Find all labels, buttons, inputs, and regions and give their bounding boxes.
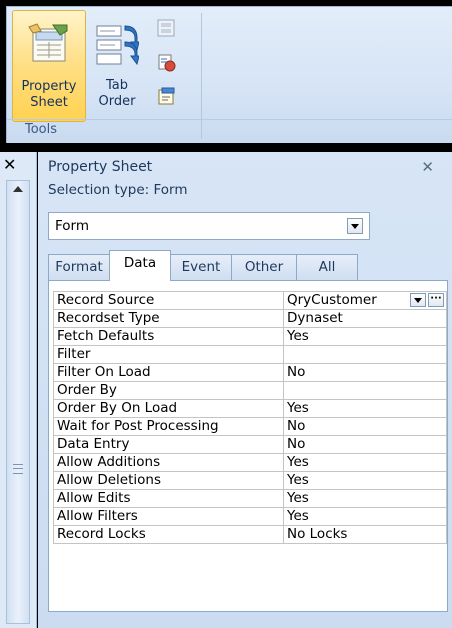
chevron-down-icon[interactable] [410,293,426,307]
tab-event[interactable]: Event [170,254,232,280]
table-row[interactable]: Fetch Defaults Yes [53,327,447,346]
property-sheet-label-line2: Sheet [30,95,68,110]
object-selector-value: Form [55,218,90,234]
property-tabs: Format Data Event Other All [48,250,378,281]
tab-order-icon [96,25,139,66]
table-row[interactable]: Filter [53,345,447,364]
property-name: Wait for Post Processing [53,417,284,436]
subform-icon[interactable] [157,19,177,39]
property-grid: Record Source QryCustomer ··· Recordset … [48,280,448,612]
property-name: Allow Additions [53,453,284,472]
group-separator [7,119,452,120]
property-value[interactable] [283,381,447,400]
table-row[interactable]: Allow Edits Yes [53,489,447,508]
tab-all[interactable]: All [296,254,358,280]
property-value[interactable]: No [283,363,447,382]
table-row[interactable]: Wait for Post Processing No [53,417,447,436]
property-sheet-label-line1: Property [21,79,77,94]
tools-group-label: Tools [25,122,58,137]
property-value[interactable] [283,345,447,364]
property-name: Order By [53,381,284,400]
scroll-up-arrow-icon[interactable] [13,186,23,192]
tab-order-label-line2: Order [98,94,136,109]
ribbon-tools-group: Property Sheet Tab Order Tools [6,6,452,143]
chevron-down-icon[interactable] [347,218,363,234]
property-name: Data Entry [53,435,284,454]
table-row[interactable]: Recordset Type Dynaset [53,309,447,328]
property-table: Record Source QryCustomer ··· Recordset … [53,291,447,544]
table-row[interactable]: Order By On Load Yes [53,399,447,418]
property-name: Filter On Load [53,363,284,382]
view-code-icon[interactable] [157,87,177,107]
table-row[interactable]: Allow Filters Yes [53,507,447,526]
object-selector[interactable]: Form [48,212,370,240]
property-name: Recordset Type [53,309,284,328]
property-name: Allow Deletions [53,471,284,490]
property-value[interactable]: QryCustomer ··· [283,291,447,310]
tab-order-label-line1: Tab [105,78,128,93]
access-window: Property Sheet Tab Order Tools ✕ Propert… [0,0,452,628]
property-name: Record Locks [53,525,284,544]
group-end-divider [201,13,202,139]
property-value[interactable]: No [283,435,447,454]
record-source-value: QryCustomer [287,292,377,308]
property-name: Fetch Defaults [53,327,284,346]
property-name: Order By On Load [53,399,284,418]
scroll-grip-icon[interactable] [13,464,23,474]
property-name: Record Source [53,291,284,310]
tab-other[interactable]: Other [231,254,297,280]
property-value[interactable]: No Locks [283,525,447,544]
property-sheet-button[interactable]: Property Sheet [12,10,86,122]
property-value[interactable]: No [283,417,447,436]
property-value[interactable]: Yes [283,471,447,490]
tab-order-button[interactable]: Tab Order [88,10,146,120]
add-existing-fields-icon[interactable] [157,53,177,73]
property-value[interactable]: Yes [283,327,447,346]
table-row[interactable]: Order By [53,381,447,400]
close-icon[interactable]: ✕ [421,158,434,176]
selection-type-label: Selection type: Form [48,182,188,198]
builder-ellipsis-icon[interactable]: ··· [428,293,444,307]
property-value[interactable]: Yes [283,507,447,526]
property-sheet-pane: Property Sheet ✕ Selection type: Form Fo… [38,152,452,628]
property-value[interactable]: Yes [283,399,447,418]
table-row[interactable]: Record Locks No Locks [53,525,447,544]
property-sheet-icon [28,23,68,62]
tab-format[interactable]: Format [48,254,110,280]
pane-title: Property Sheet [48,159,153,175]
table-row[interactable]: Record Source QryCustomer ··· [53,291,447,310]
property-value[interactable]: Yes [283,453,447,472]
property-name: Allow Edits [53,489,284,508]
table-row[interactable]: Allow Deletions Yes [53,471,447,490]
property-name: Filter [53,345,284,364]
nav-close-icon[interactable]: ✕ [3,157,16,173]
nav-scrollbar[interactable] [6,180,30,624]
tab-data[interactable]: Data [109,250,171,281]
property-value[interactable]: Dynaset [283,309,447,328]
property-value[interactable]: Yes [283,489,447,508]
table-row[interactable]: Data Entry No [53,435,447,454]
table-row[interactable]: Filter On Load No [53,363,447,382]
navigation-pane-collapsed: ✕ [0,152,37,628]
small-tool-icons [153,19,183,121]
property-name: Allow Filters [53,507,284,526]
table-row[interactable]: Allow Additions Yes [53,453,447,472]
